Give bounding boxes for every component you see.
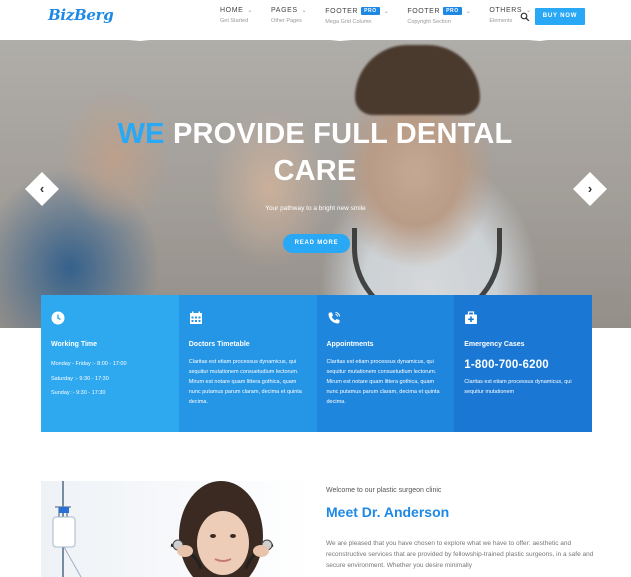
chevron-down-icon: ⌄: [247, 8, 254, 14]
nav-label: HOME: [220, 7, 244, 14]
hero-photo-detail: [355, 45, 480, 115]
nav-sublabel: Mega Grid Column: [325, 19, 372, 25]
nav-label: FOOTER: [325, 7, 359, 15]
nav-sublabel: Copyright Section: [407, 19, 451, 25]
hero-title: WE PROVIDE FULL DENTAL CARE: [110, 116, 520, 190]
medical-kit-icon: [465, 311, 478, 324]
doctor-photo: [41, 481, 311, 577]
pro-badge: PRO: [443, 7, 462, 15]
hours-list: Monday - Friday :- 8:00 - 17:00 Saturday…: [51, 357, 169, 401]
nav-label: OTHERS: [489, 7, 523, 14]
doctor-heading: Meet Dr. Anderson: [326, 504, 450, 520]
info-box-title: Working Time: [51, 341, 98, 348]
nav-label: FOOTER: [407, 7, 441, 15]
hero-title-accent: WE: [117, 118, 165, 150]
info-box-appointments: Appointments Claritas est etiam processu…: [316, 295, 455, 432]
doctor-intro-text: We are pleased that you have chosen to e…: [326, 540, 594, 569]
info-box-text: Claritas est etiam processus dynamicus, …: [326, 359, 440, 405]
buy-now-button[interactable]: BUY NOW: [535, 8, 585, 25]
info-box-title: Doctors Timetable: [188, 341, 250, 348]
site-header: BizBerg HOME ⌄ Get Started PAGES ⌄ Other P…: [0, 0, 631, 40]
info-box-working-time: Working Time Monday - Friday :- 8:00 - 1…: [41, 295, 179, 432]
info-box-title: Appointments: [326, 341, 374, 348]
search-icon[interactable]: [520, 12, 530, 22]
nav-item-footer-copyright[interactable]: FOOTER PRO ⌄ Copyright Section: [407, 7, 471, 25]
hours-row: Monday - Friday :- 8:00 - 17:00: [51, 361, 127, 367]
nav-item-pages[interactable]: PAGES ⌄ Other Pages: [271, 7, 307, 25]
chevron-down-icon: ⌄: [465, 8, 472, 15]
hero-subtitle: Your pathway to a bright new smile: [265, 205, 366, 212]
hours-row: Saturday :- 9:30 - 17:30: [51, 375, 109, 382]
read-more-button[interactable]: READ MORE: [283, 234, 350, 253]
info-box-title: Emergency Cases: [464, 341, 525, 348]
emergency-phone[interactable]: 1-800-700-6200: [464, 359, 582, 371]
phone-icon: [328, 312, 340, 324]
nav-item-home[interactable]: HOME ⌄ Get Started: [220, 7, 253, 25]
hero-title-rest: PROVIDE FULL DENTAL CARE: [172, 118, 513, 187]
chevron-down-icon: ⌄: [301, 8, 308, 14]
chevron-down-icon: ⌄: [383, 8, 390, 15]
chevron-left-icon: ‹: [39, 181, 45, 196]
nav-sublabel: Other Pages: [271, 18, 302, 24]
site-logo[interactable]: BizBerg: [48, 6, 114, 24]
calendar-icon: [189, 311, 202, 324]
chevron-right-icon: ›: [587, 181, 593, 196]
nav-label: PAGES: [271, 7, 298, 14]
info-box-emergency: Emergency Cases 1-800-700-6200 Claritas …: [454, 295, 592, 432]
hours-row: Sunday :- 9:30 - 17:30: [51, 390, 106, 396]
clock-icon: [51, 311, 65, 325]
nav-item-footer-grid[interactable]: FOOTER PRO ⌄ Mega Grid Column: [325, 7, 389, 25]
welcome-text: Welcome to our plastic surgeon clinic: [326, 487, 442, 494]
nav-sublabel: Get Started: [220, 18, 249, 24]
info-box-text: Claritas est etiam processus dynamicus, …: [188, 359, 302, 405]
pro-badge: PRO: [361, 7, 380, 15]
info-box-doctors-timetable: Doctors Timetable Claritas est etiam pro…: [178, 295, 317, 432]
info-boxes: Working Time Monday - Friday :- 8:00 - 1…: [41, 295, 592, 432]
doctor-photo-illustration: [52, 481, 274, 577]
main-nav: HOME ⌄ Get Started PAGES ⌄ Other Pages FOO…: [220, 7, 550, 25]
info-box-text: Claritas est etiam processus dynamicus, …: [464, 379, 572, 395]
